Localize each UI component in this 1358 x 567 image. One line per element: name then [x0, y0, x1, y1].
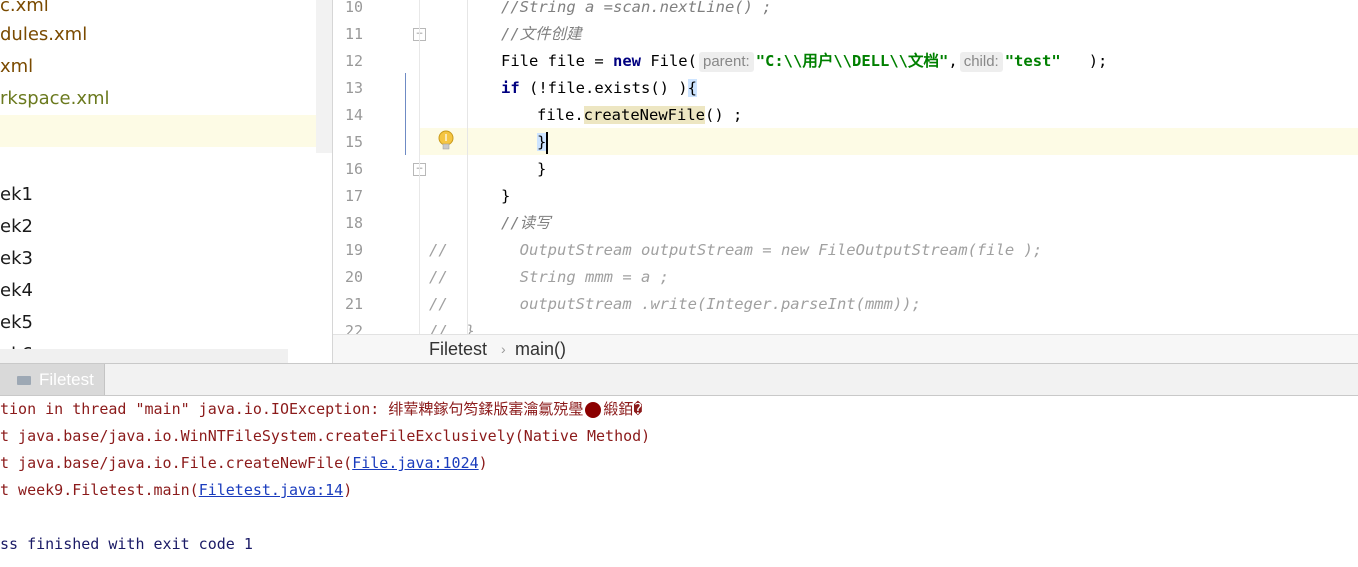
vertical-scrollbar[interactable]	[316, 0, 332, 153]
code-line[interactable]: }	[537, 129, 549, 156]
line-number: 17	[344, 187, 363, 205]
run-console[interactable]: tion in thread "main" java.io.IOExceptio…	[0, 396, 1358, 567]
line-comment-marker: //	[429, 268, 448, 286]
keyword-token: if	[501, 79, 520, 97]
console-text: )	[343, 481, 353, 499]
garbled-glyph-icon	[585, 401, 602, 418]
gutter-separator	[419, 0, 420, 334]
breadcrumb-separator-icon: ›	[501, 341, 506, 357]
console-text: tion in thread "main" java.io.IOExceptio…	[0, 400, 584, 418]
tree-folder-item[interactable]: ek5	[0, 307, 33, 339]
code-line[interactable]: File file = new File(parent: "C:\\用户\\DEL…	[501, 48, 1107, 75]
run-tab-label: Filetest	[39, 370, 94, 389]
line-number: 15	[344, 133, 363, 151]
run-config-icon	[17, 376, 31, 385]
line-number: 19	[344, 241, 363, 259]
tree-folder-item[interactable]: ek2	[0, 211, 33, 243]
code-line[interactable]: //读写	[501, 210, 551, 237]
line-number: 12	[344, 52, 363, 70]
code-token: ,	[948, 52, 958, 70]
console-line: t java.base/java.io.File.createNewFile(F…	[0, 450, 488, 477]
string-token: "C:\\用户\\DELL\\文档"	[755, 52, 949, 70]
code-line[interactable]: //文件创建	[501, 21, 582, 48]
code-token: File(	[640, 52, 697, 70]
commented-code: OutputStream outputStream = new FileOutp…	[519, 241, 1043, 259]
code-token: );	[1060, 52, 1108, 70]
commented-code: outputStream .write(Integer.parseInt(mmm…	[519, 295, 921, 313]
console-line: ss finished with exit code 1	[0, 535, 253, 553]
line-number: 11	[344, 25, 363, 43]
param-hint-parent: parent:	[698, 52, 754, 72]
lightbulb-icon[interactable]	[437, 130, 455, 158]
console-text: t java.base/java.io.File.createNewFile(	[0, 454, 353, 472]
highlighted-method-token: createNewFile	[583, 106, 705, 124]
tree-file-item[interactable]: xml	[0, 51, 33, 83]
line-number: 20	[344, 268, 363, 286]
line-number: 10	[344, 0, 363, 16]
console-line: t week9.Filetest.main(Filetest.java:14)	[0, 477, 352, 504]
code-line[interactable]: }	[501, 183, 510, 210]
tree-selected-row[interactable]	[0, 115, 316, 147]
code-token: file.	[537, 106, 584, 124]
code-line[interactable]: // String mmm = a ;	[429, 264, 669, 291]
tree-folder-item[interactable]: ek1	[0, 179, 33, 211]
tree-file-item[interactable]: dules.xml	[0, 19, 87, 51]
code-token: () ;	[705, 106, 743, 124]
line-number: 14	[344, 106, 363, 124]
code-line[interactable]: if (!file.exists() ){	[501, 75, 697, 102]
editor-gutter: 10 11 12 13 14 15 16 17 18 19 20 21 22 −…	[333, 0, 426, 334]
line-comment-marker: //	[429, 295, 448, 313]
run-tab-bar: Filetest	[0, 363, 1358, 396]
horizontal-scrollbar[interactable]	[0, 349, 288, 363]
code-editor[interactable]: 10 11 12 13 14 15 16 17 18 19 20 21 22 −…	[333, 0, 1358, 334]
code-line[interactable]: }	[537, 156, 546, 183]
breadcrumb-method[interactable]: main()	[515, 335, 566, 364]
text-caret	[546, 131, 549, 154]
matched-brace: {	[687, 79, 697, 97]
line-comment-marker: //	[429, 322, 448, 334]
line-number: 13	[344, 79, 363, 97]
tree-folder-item[interactable]: ek3	[0, 243, 33, 275]
string-token: "test"	[1004, 52, 1061, 70]
stacktrace-link[interactable]: File.java:1024	[352, 454, 478, 472]
line-comment-marker: //	[429, 241, 448, 259]
project-tree-panel: c.xml dules.xml xml rkspace.xml ek1 ek2 …	[0, 0, 332, 363]
matched-brace: }	[537, 133, 547, 151]
code-line[interactable]: // OutputStream outputStream = new FileOu…	[429, 237, 1042, 264]
code-line[interactable]: //}	[429, 318, 475, 334]
line-number: 22	[344, 322, 363, 334]
line-number: 21	[344, 295, 363, 313]
change-marker	[405, 73, 406, 155]
commented-code: }	[465, 322, 476, 334]
breadcrumb-class[interactable]: Filetest	[429, 335, 487, 364]
code-token: File file =	[501, 52, 613, 70]
code-line[interactable]: file.createNewFile() ;	[537, 102, 742, 129]
param-hint-child: child:	[959, 52, 1003, 72]
keyword-token: new	[612, 52, 641, 70]
commented-code: String mmm = a ;	[519, 268, 669, 286]
tree-file-item[interactable]: rkspace.xml	[0, 83, 110, 115]
current-line-highlight	[333, 128, 1358, 155]
console-text: t week9.Filetest.main(	[0, 481, 199, 499]
code-line[interactable]: //String a =scan.nextLine() ;	[501, 0, 772, 21]
line-number: 16	[344, 160, 363, 178]
editor-breadcrumb: Filetest › main()	[333, 334, 1358, 364]
console-text: 緞銆�	[603, 400, 643, 418]
console-line: t java.base/java.io.WinNTFileSystem.crea…	[0, 427, 651, 445]
tree-folder-item[interactable]: ek4	[0, 275, 33, 307]
console-line: tion in thread "main" java.io.IOExceptio…	[0, 396, 642, 423]
run-tab-filetest[interactable]: Filetest	[0, 364, 105, 395]
console-text: )	[478, 454, 488, 472]
code-line[interactable]: // outputStream .write(Integer.parseInt(m…	[429, 291, 921, 318]
stacktrace-link[interactable]: Filetest.java:14	[199, 481, 344, 499]
line-number: 18	[344, 214, 363, 232]
code-token: (!file.exists() )	[519, 79, 688, 97]
